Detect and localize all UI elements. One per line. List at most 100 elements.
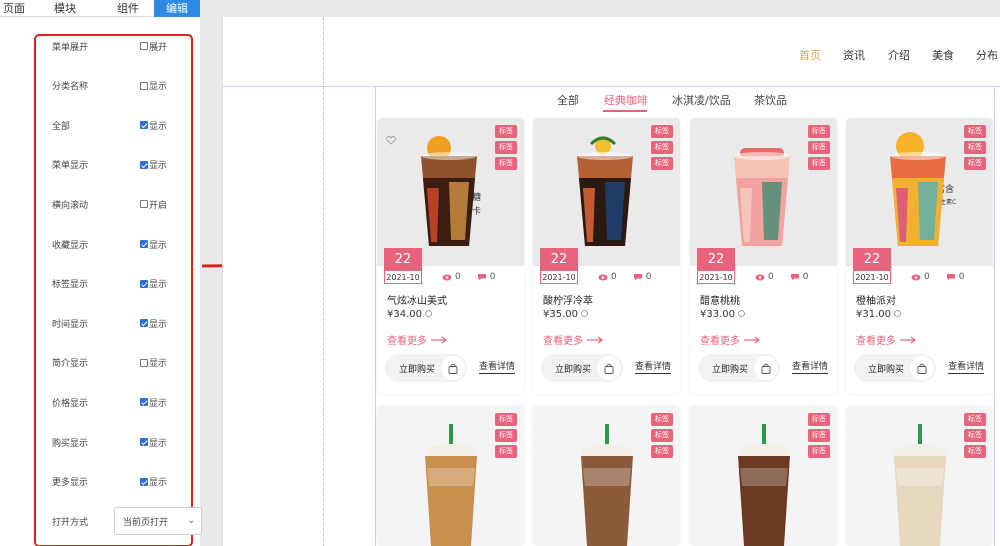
date-day: 22 bbox=[385, 249, 421, 271]
category-tea[interactable]: 茶饮品 bbox=[754, 92, 787, 108]
tag-badge: 标签 bbox=[808, 125, 830, 138]
nav-item-about[interactable]: 介绍 bbox=[888, 47, 910, 63]
view-detail-link[interactable]: 查看详情 bbox=[792, 362, 829, 374]
buy-now-button[interactable]: 立即购买 bbox=[854, 354, 936, 382]
tag-list: 标签 标签 标签 bbox=[808, 413, 830, 458]
view-more-link[interactable]: 查看更多 bbox=[856, 332, 917, 347]
buy-now-button[interactable]: 立即购买 bbox=[541, 354, 623, 382]
nav-item-home[interactable]: 首页 bbox=[799, 47, 821, 63]
tag-badge: 标签 bbox=[808, 157, 830, 170]
date-day: 22 bbox=[698, 249, 734, 271]
tag-badge: 标签 bbox=[495, 141, 517, 154]
setting-checkbox[interactable]: 显示 bbox=[140, 158, 167, 171]
buy-now-button[interactable]: 立即购买 bbox=[385, 354, 467, 382]
view-more-link[interactable]: 查看更多 bbox=[700, 332, 761, 347]
setting-checkbox[interactable]: 显示 bbox=[140, 119, 167, 132]
setting-checkbox[interactable]: 展开 bbox=[140, 40, 167, 53]
shopping-bag-icon bbox=[441, 356, 465, 380]
checkbox-icon[interactable] bbox=[140, 438, 148, 446]
checkbox-icon[interactable] bbox=[140, 358, 148, 367]
product-title[interactable]: 橙柚派对 bbox=[856, 292, 896, 307]
nav-item-food[interactable]: 美食 bbox=[932, 47, 954, 63]
product-card[interactable]: 标签 标签 标签 bbox=[377, 406, 524, 546]
buy-row: 立即购买 查看详情 bbox=[541, 354, 672, 382]
checkbox-icon[interactable] bbox=[140, 160, 148, 169]
checkbox-icon[interactable] bbox=[140, 398, 148, 407]
product-title[interactable]: 酸柠浮冷萃 bbox=[543, 292, 593, 307]
shopping-bag-icon bbox=[754, 356, 778, 380]
tag-badge: 标签 bbox=[651, 125, 673, 138]
buy-now-button[interactable]: 立即购买 bbox=[698, 354, 780, 382]
tag-badge: 标签 bbox=[808, 445, 830, 458]
tag-list: 标签 标签 标签 bbox=[495, 125, 517, 170]
tag-list: 标签 标签 标签 bbox=[808, 125, 830, 170]
setting-checkbox[interactable]: 显示 bbox=[140, 79, 167, 92]
product-price: ¥33.00 bbox=[700, 309, 746, 320]
setting-checkbox[interactable]: 显示 bbox=[140, 396, 167, 409]
setting-check-label: 显示 bbox=[149, 398, 168, 409]
view-detail-link[interactable]: 查看详情 bbox=[479, 362, 516, 374]
checkbox-icon[interactable] bbox=[140, 319, 148, 328]
tab-module[interactable]: 模块 bbox=[28, 0, 102, 17]
setting-row: 菜单展开 展开 bbox=[52, 38, 192, 54]
setting-checkbox[interactable]: 显示 bbox=[140, 475, 167, 488]
setting-checkbox[interactable]: 显示 bbox=[140, 238, 167, 251]
open-mode-select[interactable]: 当前页打开 ⌄ bbox=[114, 507, 202, 535]
setting-checkbox[interactable]: 显示 bbox=[140, 436, 167, 449]
tab-page[interactable]: 页面 bbox=[0, 0, 28, 17]
heart-icon[interactable] bbox=[386, 135, 396, 145]
date-badge: 22 2021-10 bbox=[384, 248, 422, 284]
price-info-icon bbox=[425, 310, 433, 317]
view-more-label: 查看更多 bbox=[856, 336, 896, 347]
nav-item-news[interactable]: 资讯 bbox=[843, 47, 865, 63]
view-detail-link[interactable]: 查看详情 bbox=[948, 362, 985, 374]
setting-check-label: 显示 bbox=[149, 478, 168, 489]
product-card[interactable]: 标签 标签 标签 bbox=[690, 406, 837, 546]
checkbox-icon[interactable] bbox=[140, 42, 148, 50]
tag-badge: 标签 bbox=[651, 141, 673, 154]
product-card[interactable]: 标签 标签 标签 22 2021-10 0 0 酸柠浮冷萃 ¥35.00 查看更多 立即购买 查看… bbox=[533, 118, 680, 394]
product-card[interactable]: 富含 维生素C 标签 标签 标签 22 2021-10 0 0 橙柚派对 ¥31.00 查看更多 立… bbox=[846, 118, 993, 394]
category-classic-coffee[interactable]: 经典咖啡 bbox=[604, 92, 648, 108]
nav-item-locations[interactable]: 分布 bbox=[976, 47, 998, 63]
product-title[interactable]: 醋意桃桃 bbox=[700, 292, 740, 307]
tab-component[interactable]: 组件 bbox=[102, 0, 154, 17]
checkbox-icon[interactable] bbox=[140, 200, 148, 209]
setting-row: 更多显示 显示 bbox=[52, 474, 192, 490]
comments-count: 0 bbox=[489, 272, 496, 282]
tag-list: 标签 标签 标签 bbox=[651, 413, 673, 458]
setting-checkbox[interactable]: 显示 bbox=[140, 356, 167, 369]
setting-label: 更多显示 bbox=[52, 478, 89, 489]
price-value: ¥34.00 bbox=[387, 309, 422, 320]
tab-edit[interactable]: 编辑 bbox=[154, 0, 200, 17]
checkbox-icon[interactable] bbox=[140, 121, 148, 130]
setting-checkbox[interactable]: 开启 bbox=[140, 198, 167, 211]
settings-panel: 打开方式 当前页打开 ⌄ 菜单展开 展开 分类名称 显示 全部 显示 菜单显示 显示 横向滚动开… bbox=[0, 17, 202, 546]
checkbox-icon[interactable] bbox=[140, 81, 148, 90]
shopping-bag-icon bbox=[910, 356, 934, 380]
category-ice-cream[interactable]: 冰淇凌/饮品 bbox=[672, 92, 731, 108]
tag-badge: 标签 bbox=[495, 429, 517, 442]
setting-checkbox[interactable]: 显示 bbox=[140, 277, 167, 290]
view-more-link[interactable]: 查看更多 bbox=[543, 332, 604, 347]
product-card[interactable]: 标签 标签 标签 bbox=[846, 406, 993, 546]
setting-label: 价格显示 bbox=[52, 398, 89, 409]
product-card[interactable]: 标签 标签 标签 bbox=[533, 406, 680, 546]
setting-row: 简介显示 显示 bbox=[52, 355, 192, 371]
tag-badge: 标签 bbox=[808, 413, 830, 426]
category-all[interactable]: 全部 bbox=[557, 92, 579, 108]
product-card[interactable]: 标签 标签 标签 22 2021-10 0 0 醋意桃桃 ¥33.00 查看更多 立即购买 查看详… bbox=[690, 118, 837, 394]
view-detail-link[interactable]: 查看详情 bbox=[635, 362, 672, 374]
checkbox-icon[interactable] bbox=[140, 477, 148, 486]
tag-badge: 标签 bbox=[964, 125, 986, 138]
setting-checkbox[interactable]: 显示 bbox=[140, 317, 167, 330]
price-info-icon bbox=[894, 310, 902, 317]
checkbox-icon[interactable] bbox=[140, 240, 148, 248]
comments-count: 0 bbox=[645, 272, 652, 282]
checkbox-icon[interactable] bbox=[140, 279, 148, 288]
view-more-link[interactable]: 查看更多 bbox=[387, 332, 448, 347]
product-title[interactable]: 气炫冰山美式 bbox=[387, 292, 447, 307]
tag-badge: 标签 bbox=[651, 445, 673, 458]
setting-label: 分类名称 bbox=[52, 82, 89, 93]
product-card[interactable]: 低糖低卡标签标签标签222021-1000气炫冰山美式¥34.00 查看更多 立… bbox=[377, 118, 524, 394]
